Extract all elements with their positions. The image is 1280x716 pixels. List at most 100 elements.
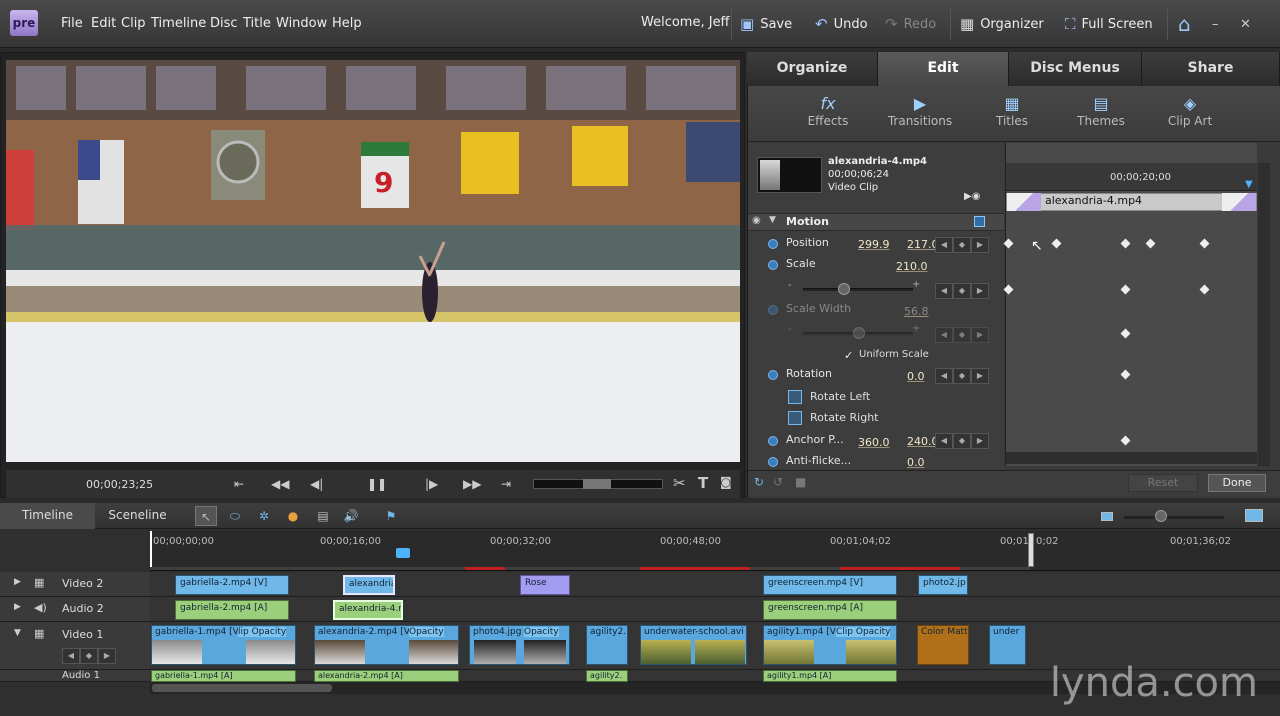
rotate-left-icon[interactable] <box>788 390 802 404</box>
trash-icon[interactable]: ■ <box>795 475 806 489</box>
scale-keyframe-nav[interactable]: ◀ ◆ ▶ <box>935 283 989 299</box>
shuttle-thumb[interactable] <box>583 479 611 489</box>
clip-gabriella-1-audio[interactable]: gabriella-1.mp4 [A] <box>151 670 296 682</box>
eye-icon[interactable]: ◉ <box>752 215 761 226</box>
uniform-scale-checkbox[interactable]: ✓ <box>844 349 853 362</box>
expand-triangle-icon[interactable]: ▶ <box>14 577 21 587</box>
add-text-icon[interactable]: T <box>698 474 708 492</box>
reset-button[interactable]: Reset <box>1128 474 1198 492</box>
go-to-end-icon[interactable]: ⇥ <box>501 477 511 491</box>
timeline-zoom-in-icon[interactable] <box>1245 509 1263 522</box>
position-stopwatch-icon[interactable] <box>768 239 778 249</box>
pause-icon[interactable]: ❚❚ <box>367 477 387 491</box>
anchor-x-value[interactable]: 360.0 <box>858 436 890 449</box>
tab-timeline[interactable]: Timeline <box>0 503 95 529</box>
clip-gabriella-1-video[interactable]: gabriella-1.mp4 [V] lip Opacity <box>151 625 296 665</box>
menu-title[interactable]: Title <box>243 16 271 31</box>
step-forward-icon[interactable]: |▶ <box>425 477 438 491</box>
clip-alexandria-2-video[interactable]: alexandria-2.mp4 [V] Opacity <box>314 625 459 665</box>
clip-opacity-menu[interactable]: Opacity <box>524 627 559 637</box>
position-y-value[interactable]: 217.0 <box>907 238 939 251</box>
history-icon[interactable]: ↺ <box>773 475 783 489</box>
audio-mixer-icon[interactable]: 🔊 <box>340 506 362 526</box>
clip-opacity-menu[interactable]: Clip Opacity <box>836 627 891 637</box>
keyframe-area[interactable] <box>1005 143 1257 466</box>
properties-icon[interactable]: ▤ <box>312 506 334 526</box>
rotate-left-button[interactable]: Rotate Left <box>810 390 870 403</box>
themes-button[interactable]: ▤ Themes <box>1061 94 1141 128</box>
go-to-start-icon[interactable]: ⇤ <box>234 477 244 491</box>
menu-edit[interactable]: Edit <box>91 16 116 31</box>
menu-help[interactable]: Help <box>332 16 362 31</box>
clip-underwater-school[interactable]: underwater-school.avi <box>640 625 747 665</box>
work-area-end-handle[interactable] <box>1028 533 1034 567</box>
clip-alexandria-2-audio[interactable]: alexandria-2.mp4 [A] <box>314 670 459 682</box>
clip-underwater-2[interactable]: under <box>989 625 1026 665</box>
menu-window[interactable]: Window <box>276 16 327 31</box>
rotate-right-button[interactable]: Rotate Right <box>810 411 878 424</box>
clip-rose-title[interactable]: Rose <box>520 575 570 595</box>
collapse-triangle-icon[interactable]: ▼ <box>14 628 21 638</box>
position-keyframe-nav[interactable]: ◀ ◆ ▶ <box>935 237 989 253</box>
keyframe-horizontal-scrollbar[interactable] <box>1006 452 1257 464</box>
timeline-scroll-thumb[interactable] <box>152 684 332 692</box>
motion-tracking-icon[interactable]: ● <box>282 506 304 526</box>
motion-options-icon[interactable] <box>974 216 985 227</box>
position-x-value[interactable]: 299.9 <box>858 238 890 251</box>
scale-stopwatch-icon[interactable] <box>768 260 778 270</box>
selection-tool-icon[interactable]: ↖ <box>195 506 217 526</box>
transitions-button[interactable]: ▶ Transitions <box>880 94 960 128</box>
timeline-zoom-slider[interactable] <box>1124 516 1224 519</box>
video-preview[interactable]: 9 <box>6 60 740 462</box>
rotation-stopwatch-icon[interactable] <box>768 370 778 380</box>
clip-agility2[interactable]: agility2. <box>586 625 628 665</box>
scale-slider-knob[interactable] <box>838 283 850 295</box>
rotation-value[interactable]: 0.0 <box>907 370 925 383</box>
redo-button[interactable]: ↷ Redo <box>885 13 936 35</box>
menu-file[interactable]: File <box>61 16 83 31</box>
anchor-y-value[interactable]: 240.0 <box>907 435 939 448</box>
home-icon[interactable]: ⌂ <box>1178 12 1191 36</box>
close-icon[interactable]: ✕ <box>1240 13 1251 35</box>
tab-sceneline[interactable]: Sceneline <box>95 503 180 529</box>
tab-disc-menus[interactable]: Disc Menus <box>1009 52 1142 86</box>
clip-gabriella-2-audio[interactable]: gabriella-2.mp4 [A] <box>175 600 289 620</box>
clip-gabriella-2-video[interactable]: gabriella-2.mp4 [V] <box>175 575 289 595</box>
organizer-button[interactable]: ▦ Organizer <box>960 13 1044 35</box>
save-button[interactable]: ▣ Save <box>740 13 792 35</box>
minimize-icon[interactable]: – <box>1212 13 1219 35</box>
clip-opacity-menu[interactable]: lip Opacity <box>238 627 287 637</box>
tab-organize[interactable]: Organize <box>747 52 878 86</box>
rotate-right-icon[interactable] <box>788 411 802 425</box>
menu-timeline[interactable]: Timeline <box>151 16 206 31</box>
clip-alexandria-video[interactable]: alexandria <box>343 575 395 595</box>
marker-icon[interactable]: ⚑ <box>380 506 402 526</box>
menu-disc[interactable]: Disc <box>210 16 238 31</box>
antiflicker-stopwatch-icon[interactable] <box>768 457 778 467</box>
anchor-keyframe-nav[interactable]: ◀ ◆ ▶ <box>935 433 989 449</box>
smart-mix-icon[interactable]: ✲ <box>253 506 275 526</box>
tab-share[interactable]: Share <box>1142 52 1280 86</box>
rotation-keyframe-nav[interactable]: ◀ ◆ ▶ <box>935 368 989 384</box>
scale-slider[interactable] <box>803 288 913 291</box>
expand-triangle-icon[interactable]: ▶ <box>14 602 21 612</box>
clip-photo2[interactable]: photo2.jp <box>918 575 968 595</box>
scale-value[interactable]: 210.0 <box>896 260 928 273</box>
clip-end-handle[interactable] <box>1222 193 1256 211</box>
track-keyframe-nav[interactable]: ◀ ◆ ▶ <box>62 648 116 664</box>
playhead-icon[interactable] <box>396 548 410 558</box>
current-timecode[interactable]: 00;00;23;25 <box>86 478 153 491</box>
timeline-zoom-knob[interactable] <box>1155 510 1167 522</box>
clip-agility2-audio[interactable]: agility2. <box>586 670 628 682</box>
clip-photo4[interactable]: photo4.jpg Opacity <box>469 625 570 665</box>
done-button[interactable]: Done <box>1208 474 1266 492</box>
keyframe-playhead-icon[interactable]: ▼ <box>1245 179 1253 190</box>
clip-start-handle[interactable] <box>1007 193 1041 211</box>
clip-greenscreen-video[interactable]: greenscreen.mp4 [V] <box>763 575 897 595</box>
full-screen-button[interactable]: ⛶ Full Screen <box>1065 13 1153 35</box>
smart-fix-icon[interactable]: ⬭ <box>224 506 246 526</box>
anchor-stopwatch-icon[interactable] <box>768 436 778 446</box>
antiflicker-value[interactable]: 0.0 <box>907 456 925 469</box>
clip-agility1-audio[interactable]: agility1.mp4 [A] <box>763 670 897 682</box>
split-clip-icon[interactable]: ✂ <box>673 474 686 492</box>
